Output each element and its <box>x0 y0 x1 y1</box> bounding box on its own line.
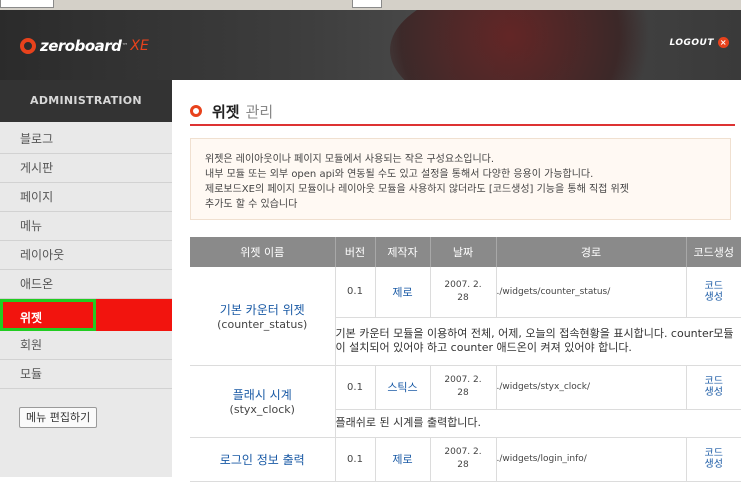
widget-table: 위젯 이름 버전 제작자 날짜 경로 코드생성 기본 카운터 위젯 (count… <box>190 237 741 482</box>
sidebar-item-menu[interactable]: 메뉴 <box>0 212 172 241</box>
logout-link[interactable]: LOGOUT × <box>669 37 729 48</box>
widget-name-link[interactable]: 로그인 정보 출력 <box>190 451 335 468</box>
table-row: 플래시 시계 (styx_clock) 0.1 스틱스 2007. 2. 28 … <box>190 365 741 409</box>
widget-name-link[interactable]: 플래시 시계 <box>190 386 335 403</box>
widget-author-link[interactable]: 제로 <box>375 437 430 481</box>
sidebar-item-member[interactable]: 회원 <box>0 331 172 360</box>
widget-description: 플래쉬로 된 시계를 출력합니다. <box>335 409 741 437</box>
browser-field-right <box>352 0 382 8</box>
table-row: 로그인 정보 출력 0.1 제로 2007. 2. 28 ./widgets/l… <box>190 437 741 481</box>
logo-trademark: ™ <box>121 42 128 50</box>
header-swoosh-decoration <box>390 10 690 80</box>
logout-label: LOGOUT <box>669 38 714 48</box>
code-link-line: 생성 <box>687 459 741 470</box>
site-header: zeroboard ™ XE LOGOUT × <box>0 10 741 80</box>
sidebar-item-widget-row: 위젯 <box>0 299 172 331</box>
widget-name-cell: 로그인 정보 출력 <box>190 437 335 481</box>
widget-name-link[interactable]: 기본 카운터 위젯 <box>190 301 335 318</box>
widget-path: ./widgets/login_info/ <box>496 437 686 481</box>
admin-sidebar: ADMINISTRATION 블로그 게시판 페이지 메뉴 레이아웃 애드온 위… <box>0 80 172 477</box>
description-line: 내부 모듈 또는 외부 open api와 연동될 수도 있고 설정을 통해서 … <box>205 167 716 182</box>
edit-menu-button[interactable]: 메뉴 편집하기 <box>19 407 97 428</box>
code-link-line: 코드 <box>687 448 741 459</box>
widget-date: 2007. 2. 28 <box>430 365 496 409</box>
description-line: 추가도 할 수 있습니다 <box>205 197 716 212</box>
table-row: 기본 카운터 위젯 (counter_status) 0.1 제로 2007. … <box>190 267 741 317</box>
code-link-line: 생성 <box>687 292 741 303</box>
logo-suffix: XE <box>130 38 148 54</box>
generate-code-link[interactable]: 코드 생성 <box>686 437 741 481</box>
sidebar-item-blog[interactable]: 블로그 <box>0 125 172 154</box>
table-header-row: 위젯 이름 버전 제작자 날짜 경로 코드생성 <box>190 237 741 267</box>
date-line: 28 <box>431 387 496 400</box>
title-ring-icon <box>190 105 202 117</box>
active-item-bar <box>96 299 172 331</box>
sidebar-title: ADMINISTRATION <box>0 80 172 122</box>
widget-id: (styx_clock) <box>190 403 335 416</box>
date-line: 28 <box>431 292 496 305</box>
column-header-path: 경로 <box>496 237 686 267</box>
column-header-version: 버전 <box>335 237 375 267</box>
widget-name-cell: 플래시 시계 (styx_clock) <box>190 365 335 437</box>
sidebar-item-page[interactable]: 페이지 <box>0 183 172 212</box>
description-line: 제로보드XE의 페이지 모듈이나 레이아웃 모듈을 사용하지 않더라도 [코드생… <box>205 182 716 197</box>
code-link-line: 생성 <box>687 387 741 398</box>
sidebar-item-module[interactable]: 모듈 <box>0 360 172 389</box>
generate-code-link[interactable]: 코드 생성 <box>686 267 741 317</box>
widget-version: 0.1 <box>335 365 375 409</box>
widget-date: 2007. 2. 28 <box>430 267 496 317</box>
browser-field-left <box>0 0 54 8</box>
sidebar-item-board[interactable]: 게시판 <box>0 154 172 183</box>
zeroboard-logo[interactable]: zeroboard ™ XE <box>20 36 149 56</box>
column-header-author: 제작자 <box>375 237 430 267</box>
code-link-line: 코드 <box>687 376 741 387</box>
column-header-name: 위젯 이름 <box>190 237 335 267</box>
date-line: 2007. 2. <box>431 446 496 459</box>
page-title: 위젯 관리 <box>190 98 735 126</box>
sidebar-item-widget[interactable]: 위젯 <box>0 299 96 331</box>
widget-author-link[interactable]: 제로 <box>375 267 430 317</box>
widget-path: ./widgets/styx_clock/ <box>496 365 686 409</box>
date-line: 28 <box>431 459 496 472</box>
generate-code-link[interactable]: 코드 생성 <box>686 365 741 409</box>
column-header-date: 날짜 <box>430 237 496 267</box>
widget-id: (counter_status) <box>190 318 335 331</box>
page-description: 위젯은 레이아웃이나 페이지 모듈에서 사용되는 작은 구성요소입니다. 내부 … <box>190 138 731 220</box>
sidebar-item-layout[interactable]: 레이아웃 <box>0 241 172 270</box>
date-line: 2007. 2. <box>431 374 496 387</box>
logo-ring-icon <box>20 38 36 54</box>
widget-description: 기본 카운터 모듈을 이용하여 전체, 어제, 오늘의 접속현황을 표시합니다.… <box>335 317 741 365</box>
widget-version: 0.1 <box>335 437 375 481</box>
widget-path: ./widgets/counter_status/ <box>496 267 686 317</box>
widget-date: 2007. 2. 28 <box>430 437 496 481</box>
column-header-code: 코드생성 <box>686 237 741 267</box>
main-content: 위젯 관리 위젯은 레이아웃이나 페이지 모듈에서 사용되는 작은 구성요소입니… <box>172 80 741 477</box>
sidebar-item-addon[interactable]: 애드온 <box>0 270 172 299</box>
code-link-line: 코드 <box>687 281 741 292</box>
description-line: 위젯은 레이아웃이나 페이지 모듈에서 사용되는 작은 구성요소입니다. <box>205 152 716 167</box>
widget-name-cell: 기본 카운터 위젯 (counter_status) <box>190 267 335 365</box>
logo-brand-text: zeroboard <box>40 37 121 55</box>
widget-author-link[interactable]: 스틱스 <box>375 365 430 409</box>
date-line: 2007. 2. <box>431 279 496 292</box>
widget-version: 0.1 <box>335 267 375 317</box>
page-title-sub: 관리 <box>246 101 274 122</box>
page-title-main: 위젯 <box>212 101 240 122</box>
logout-close-icon: × <box>718 37 729 48</box>
sidebar-menu: 블로그 게시판 페이지 메뉴 레이아웃 애드온 위젯 회원 모듈 <box>0 125 172 389</box>
